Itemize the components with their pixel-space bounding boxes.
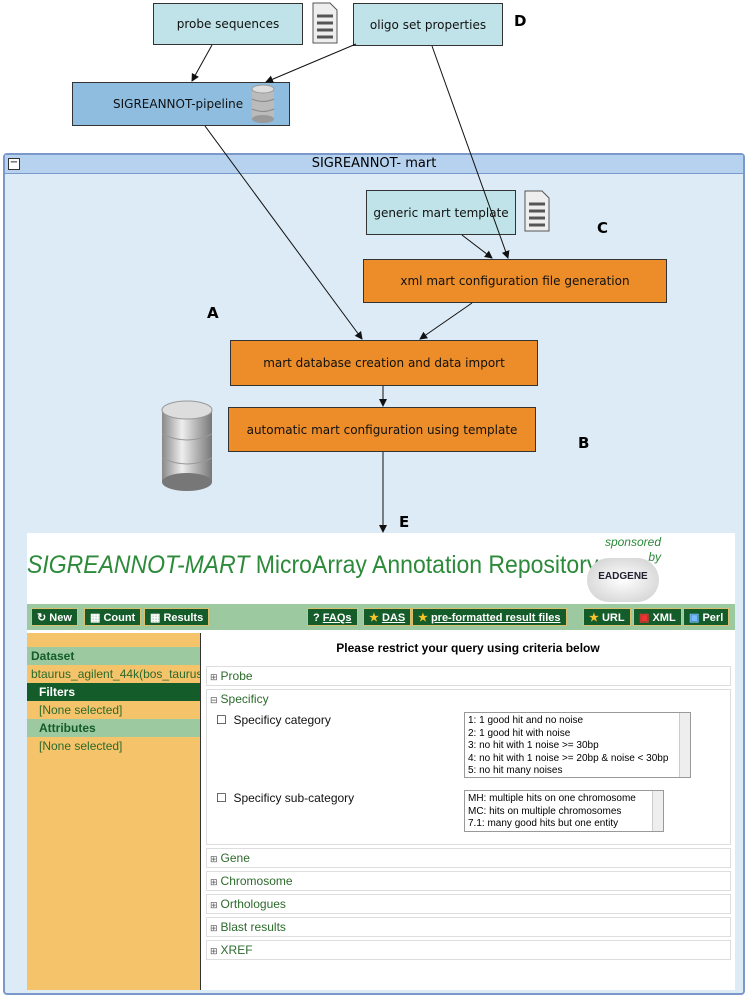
eadgene-logo: EADGENE bbox=[587, 558, 659, 602]
filter-label: Specificy category bbox=[233, 713, 331, 727]
pipeline-label: SIGREANNOT-pipeline bbox=[113, 97, 244, 111]
probe-sequences-box: probe sequences bbox=[153, 3, 303, 45]
section-label: Blast results bbox=[220, 920, 286, 934]
auto-config-box: automatic mart configuration using templ… bbox=[228, 407, 536, 452]
oligo-set-properties-box: oligo set properties bbox=[353, 3, 503, 46]
expand-icon[interactable]: ⊞ bbox=[210, 900, 218, 910]
new-button[interactable]: ↻ New bbox=[31, 608, 78, 626]
list-option[interactable]: 5: no hit many noises bbox=[468, 765, 687, 778]
expand-icon[interactable]: ⊞ bbox=[210, 946, 218, 956]
generic-template-box: generic mart template bbox=[366, 190, 516, 235]
preformatted-label: pre-formatted result files bbox=[430, 612, 561, 624]
list-option[interactable]: MH: multiple hits on one chromosome bbox=[468, 793, 660, 806]
sponsored-text: sponsored bbox=[604, 535, 661, 549]
db-creation-box: mart database creation and data import bbox=[230, 340, 538, 386]
url-button[interactable]: ★ URL bbox=[583, 608, 631, 626]
main-content: Please restrict your query using criteri… bbox=[201, 633, 735, 990]
main-title: Please restrict your query using criteri… bbox=[336, 641, 600, 655]
scrollbar[interactable] bbox=[679, 713, 690, 777]
database-icon bbox=[161, 400, 213, 491]
das-button[interactable]: ★ DAS bbox=[363, 608, 412, 626]
attributes-header[interactable]: Attributes bbox=[27, 719, 200, 737]
expand-icon[interactable]: ⊞ bbox=[210, 854, 218, 864]
specificy-subcategory-list[interactable]: MH: multiple hits on one chromosome MC: … bbox=[464, 790, 664, 832]
scrollbar[interactable] bbox=[652, 791, 663, 831]
dataset-header[interactable]: Dataset bbox=[27, 647, 200, 665]
section-label: Chromosome bbox=[220, 874, 293, 888]
section-orthologues[interactable]: ⊞ Orthologues bbox=[206, 894, 731, 914]
count-button[interactable]: ▦ Count bbox=[84, 608, 142, 626]
list-option[interactable]: 1: 1 good hit and no noise bbox=[468, 715, 687, 728]
faqs-button[interactable]: ? FAQs bbox=[307, 608, 358, 626]
label-c: C bbox=[597, 219, 609, 237]
arrow-oligo-to-pipeline bbox=[265, 43, 357, 83]
label-d: D bbox=[514, 12, 527, 30]
filters-header[interactable]: Filters bbox=[27, 683, 200, 701]
logo-bold: SIGREANNOT-MART bbox=[27, 551, 250, 579]
document-icon bbox=[524, 190, 550, 232]
section-label: Orthologues bbox=[220, 897, 286, 911]
xml-button[interactable]: ▣ XML bbox=[633, 608, 682, 626]
expand-icon[interactable]: ⊞ bbox=[210, 923, 218, 933]
section-blast-results[interactable]: ⊞ Blast results bbox=[206, 917, 731, 937]
expand-icon[interactable]: ⊞ bbox=[210, 877, 218, 887]
count-label: Count bbox=[103, 612, 136, 624]
web-header: SIGREANNOT-MART MicroArray Annotation Re… bbox=[27, 533, 735, 603]
specificy-subcategory-filter[interactable]: ☐ Specificy sub-category bbox=[216, 791, 354, 805]
perl-label: Perl bbox=[702, 612, 724, 624]
sidebar: Dataset btaurus_agilent_44k(bos_taurus) … bbox=[27, 633, 201, 990]
list-option[interactable]: 3: no hit with 1 noise >= 30bp bbox=[468, 740, 687, 753]
label-e: E bbox=[399, 513, 410, 531]
section-label: Probe bbox=[220, 669, 253, 683]
section-label: XREF bbox=[220, 943, 253, 957]
database-icon bbox=[251, 84, 275, 123]
logo-rest: MicroArray Annotation Repository bbox=[249, 551, 599, 579]
specificy-category-list[interactable]: 1: 1 good hit and no noise 2: 1 good hit… bbox=[464, 712, 691, 778]
section-chromosome[interactable]: ⊞ Chromosome bbox=[206, 871, 731, 891]
list-option[interactable]: 2: 1 good hit with noise bbox=[468, 728, 687, 741]
biomart-web-interface: SIGREANNOT-MART MicroArray Annotation Re… bbox=[27, 533, 735, 990]
preformatted-results-button[interactable]: ★ pre-formatted result files bbox=[412, 608, 567, 626]
list-option[interactable]: 7.1: many good hits but one entity bbox=[468, 818, 660, 831]
toolbar: ↻ New ▦ Count ▦ Results ? FAQs ★ DAS ★ p… bbox=[27, 604, 735, 630]
xml-config-box: xml mart configuration file generation bbox=[363, 259, 667, 303]
section-label: Gene bbox=[220, 851, 250, 865]
results-button[interactable]: ▦ Results bbox=[144, 608, 210, 626]
attributes-value[interactable]: [None selected] bbox=[27, 737, 200, 755]
results-label: Results bbox=[163, 612, 204, 624]
filters-value[interactable]: [None selected] bbox=[27, 701, 200, 719]
url-label: URL bbox=[601, 612, 625, 624]
specificy-category-filter[interactable]: ☐ Specificy category bbox=[216, 713, 331, 727]
section-probe[interactable]: ⊞ Probe bbox=[206, 666, 731, 686]
label-a: A bbox=[207, 304, 219, 322]
section-gene[interactable]: ⊞ Gene bbox=[206, 848, 731, 868]
perl-button[interactable]: ▣ Perl bbox=[683, 608, 730, 626]
filter-label: Specificy sub-category bbox=[233, 791, 355, 805]
label-b: B bbox=[578, 434, 590, 452]
list-option[interactable]: 4: no hit with 1 noise >= 20bp & noise <… bbox=[468, 753, 687, 766]
section-label: Specificy bbox=[220, 692, 269, 706]
faqs-label: FAQs bbox=[322, 612, 352, 624]
site-logo: SIGREANNOT-MART MicroArray Annotation Re… bbox=[27, 551, 598, 580]
das-label: DAS bbox=[381, 612, 406, 624]
xml-label: XML bbox=[652, 612, 676, 624]
collapse-icon[interactable]: ⊟ bbox=[210, 695, 218, 705]
expand-icon[interactable]: ⊞ bbox=[210, 672, 218, 682]
arrow-probe-to-pipeline bbox=[191, 44, 213, 82]
section-xref[interactable]: ⊞ XREF bbox=[206, 940, 731, 960]
document-icon bbox=[312, 2, 338, 44]
mart-panel-title: SIGREANNOT- mart bbox=[5, 155, 743, 174]
minimize-icon[interactable]: − bbox=[8, 158, 20, 170]
list-option[interactable]: MC: hits on multiple chromosomes bbox=[468, 806, 660, 819]
new-label: New bbox=[49, 612, 72, 624]
dataset-value[interactable]: btaurus_agilent_44k(bos_taurus) bbox=[27, 665, 200, 683]
